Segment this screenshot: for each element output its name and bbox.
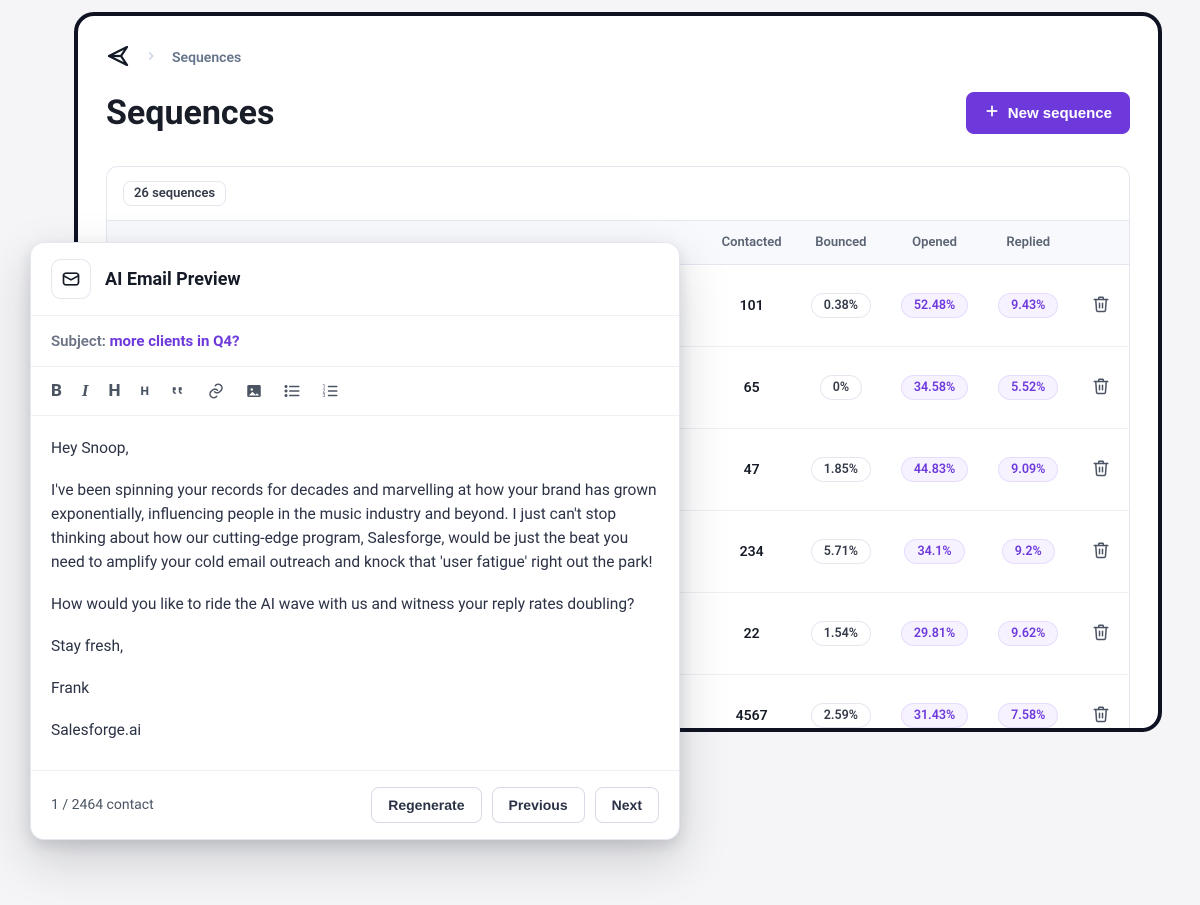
email-paragraph-2: How would you like to ride the AI wave w… bbox=[51, 592, 659, 616]
page-title: Sequences bbox=[106, 93, 274, 133]
heading-small-icon[interactable]: H bbox=[141, 384, 149, 398]
subject-value[interactable]: more clients in Q4? bbox=[110, 332, 240, 350]
delete-row-button[interactable] bbox=[1086, 699, 1116, 732]
new-sequence-label: New sequence bbox=[1008, 105, 1112, 122]
mail-icon bbox=[51, 259, 91, 299]
email-sender-company: Salesforge.ai bbox=[51, 718, 659, 742]
sequence-count-pill: 26 sequences bbox=[123, 181, 226, 206]
cell-bounced: 1.85% bbox=[811, 457, 871, 482]
trash-icon bbox=[1092, 383, 1110, 398]
heading-large-icon[interactable]: H bbox=[109, 381, 121, 401]
plus-icon bbox=[984, 103, 1000, 123]
quote-icon[interactable] bbox=[169, 382, 187, 400]
cell-replied: 9.09% bbox=[998, 457, 1058, 482]
numbered-list-icon[interactable]: 123 bbox=[321, 382, 339, 400]
cell-opened: 44.83% bbox=[901, 457, 968, 482]
cell-bounced: 0.38% bbox=[811, 293, 871, 318]
delete-row-button[interactable] bbox=[1086, 453, 1116, 486]
image-icon[interactable] bbox=[245, 382, 263, 400]
link-icon[interactable] bbox=[207, 382, 225, 400]
email-greeting: Hey Snoop, bbox=[51, 436, 659, 460]
cell-replied: 7.58% bbox=[998, 703, 1058, 728]
email-body[interactable]: Hey Snoop, I've been spinning your recor… bbox=[31, 416, 679, 770]
cell-bounced: 5.71% bbox=[811, 539, 871, 564]
cell-bounced: 2.59% bbox=[811, 703, 871, 728]
cell-replied: 5.52% bbox=[998, 375, 1058, 400]
regenerate-button[interactable]: Regenerate bbox=[371, 787, 481, 823]
cell-bounced: 1.54% bbox=[811, 621, 871, 646]
delete-row-button[interactable] bbox=[1086, 617, 1116, 650]
ai-email-preview-panel: AI Email Preview Subject: more clients i… bbox=[30, 242, 680, 840]
cell-contacted: 65 bbox=[707, 347, 796, 429]
contact-counter: 1 / 2464 contact bbox=[51, 797, 154, 813]
cell-contacted: 101 bbox=[707, 265, 796, 347]
cell-opened: 29.81% bbox=[901, 621, 968, 646]
bulleted-list-icon[interactable] bbox=[283, 382, 301, 400]
editor-toolbar: B I H H 123 bbox=[31, 367, 679, 416]
trash-icon bbox=[1092, 711, 1110, 726]
previous-button[interactable]: Previous bbox=[492, 787, 585, 823]
cell-replied: 9.2% bbox=[1002, 539, 1055, 564]
trash-icon bbox=[1092, 301, 1110, 316]
trash-icon bbox=[1092, 465, 1110, 480]
cell-contacted: 234 bbox=[707, 511, 796, 593]
preview-title: AI Email Preview bbox=[105, 269, 241, 290]
chevron-right-icon bbox=[144, 49, 158, 67]
cell-bounced: 0% bbox=[820, 375, 862, 400]
cell-opened: 52.48% bbox=[901, 293, 968, 318]
cell-contacted: 47 bbox=[707, 429, 796, 511]
delete-row-button[interactable] bbox=[1086, 289, 1116, 322]
bold-icon[interactable]: B bbox=[51, 381, 62, 401]
subject-row: Subject: more clients in Q4? bbox=[31, 316, 679, 367]
new-sequence-button[interactable]: New sequence bbox=[966, 92, 1130, 134]
email-signoff: Stay fresh, bbox=[51, 634, 659, 658]
cell-contacted: 22 bbox=[707, 593, 796, 675]
email-sender-name: Frank bbox=[51, 676, 659, 700]
col-replied: Replied bbox=[983, 221, 1073, 265]
delete-row-button[interactable] bbox=[1086, 371, 1116, 404]
col-opened: Opened bbox=[886, 221, 984, 265]
col-contacted: Contacted bbox=[707, 221, 796, 265]
col-bounced: Bounced bbox=[796, 221, 885, 265]
delete-row-button[interactable] bbox=[1086, 535, 1116, 568]
cell-contacted: 4567 bbox=[707, 675, 796, 733]
trash-icon bbox=[1092, 629, 1110, 644]
send-logo-icon[interactable] bbox=[106, 44, 130, 72]
cell-opened: 34.58% bbox=[901, 375, 968, 400]
cell-replied: 9.62% bbox=[998, 621, 1058, 646]
trash-icon bbox=[1092, 547, 1110, 562]
next-button[interactable]: Next bbox=[595, 787, 659, 823]
cell-opened: 34.1% bbox=[904, 539, 964, 564]
svg-text:3: 3 bbox=[323, 393, 326, 399]
subject-label: Subject: bbox=[51, 332, 106, 350]
breadcrumb-item[interactable]: Sequences bbox=[172, 50, 241, 66]
breadcrumb: Sequences bbox=[106, 44, 1130, 72]
email-paragraph-1: I've been spinning your records for deca… bbox=[51, 478, 659, 574]
italic-icon[interactable]: I bbox=[82, 381, 89, 401]
cell-replied: 9.43% bbox=[998, 293, 1058, 318]
cell-opened: 31.43% bbox=[901, 703, 968, 728]
